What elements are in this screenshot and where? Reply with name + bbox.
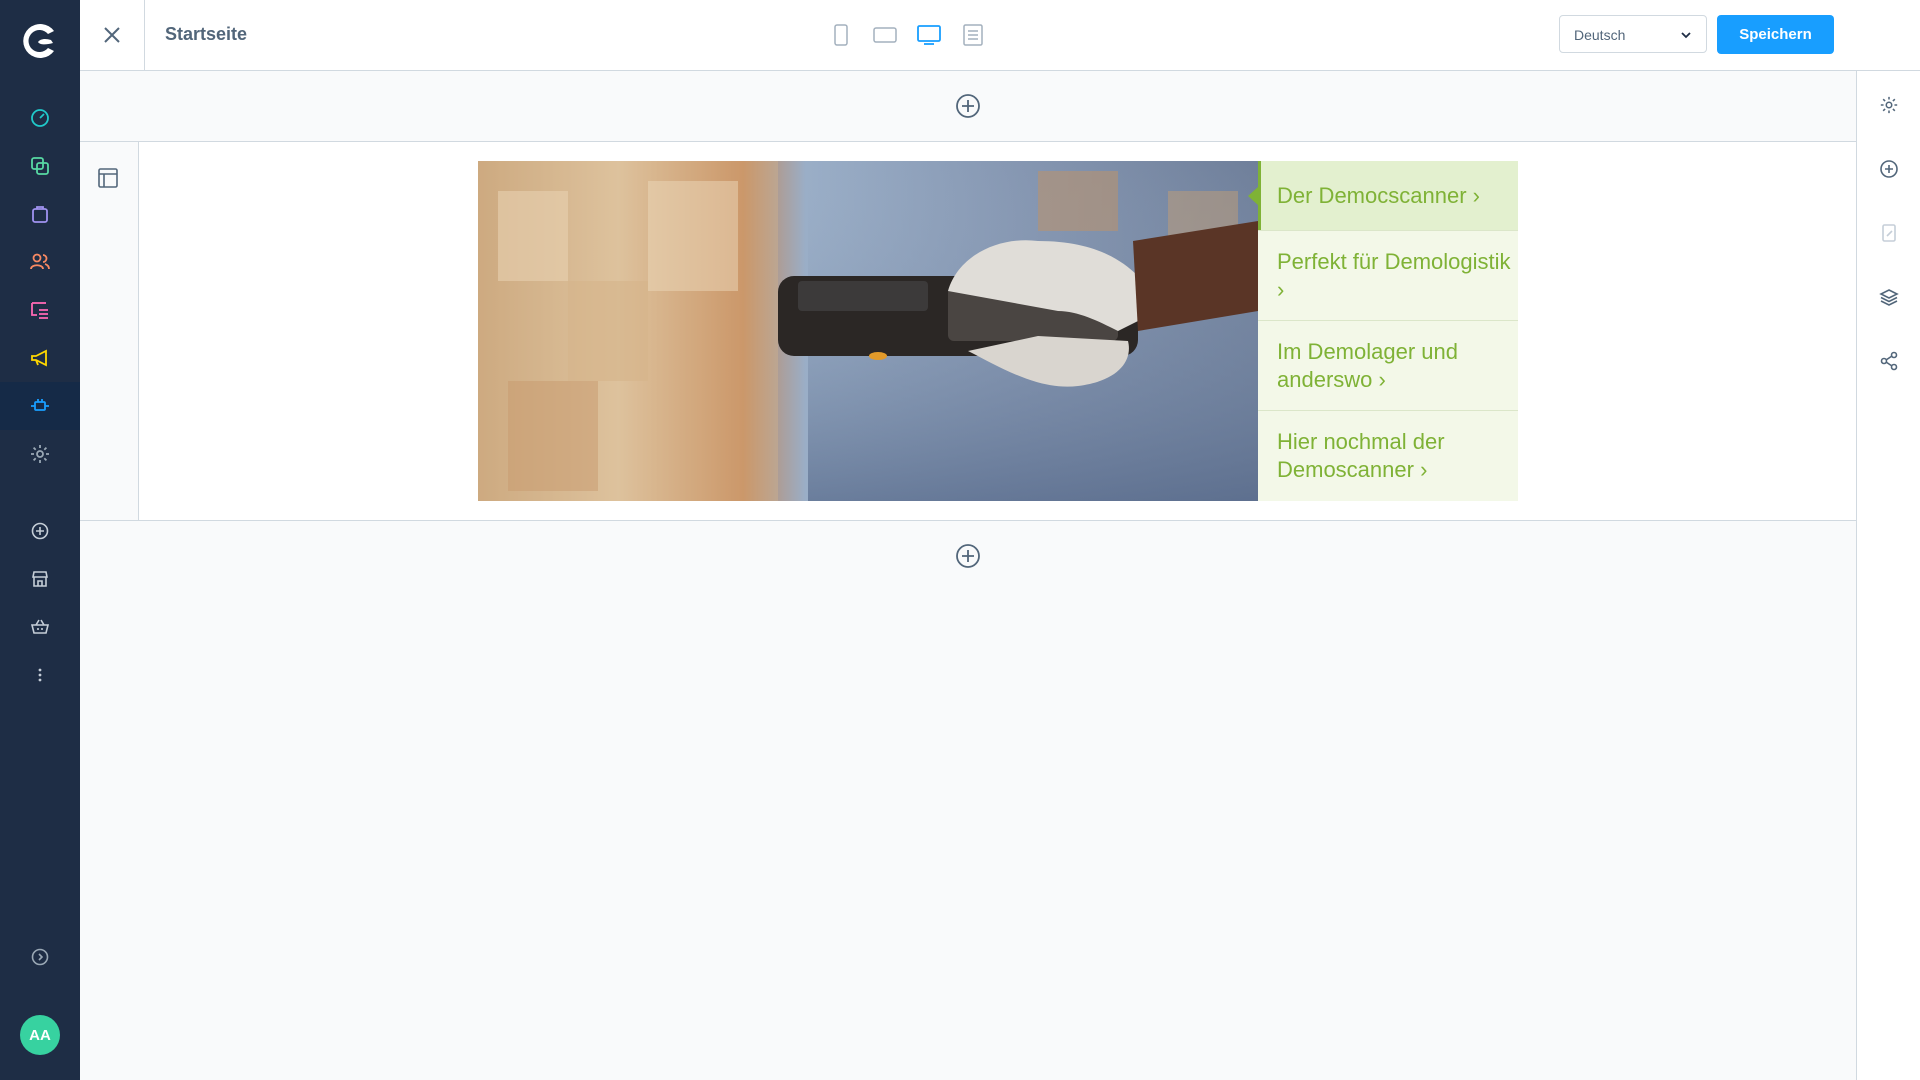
add-section-bottom[interactable]	[80, 521, 1856, 591]
device-desktop-button[interactable]	[913, 20, 945, 50]
slider-nav-label: Der Democscanner ›	[1277, 182, 1480, 208]
slider-nav-item[interactable]: Hier nochmal der Demoscanner ›	[1258, 411, 1518, 501]
shopping-bag-icon	[32, 206, 48, 223]
language-select[interactable]: Deutsch	[1559, 15, 1707, 53]
device-form-button[interactable]	[957, 20, 989, 50]
desktop-icon	[917, 25, 941, 45]
edit-document-icon	[1882, 224, 1896, 242]
slider-nav-label: Perfekt für Demologistik ›	[1277, 248, 1511, 302]
sidebar-item-settings[interactable]	[0, 430, 80, 478]
add-block-panel-button[interactable]	[1857, 149, 1920, 189]
device-mobile-button[interactable]	[825, 20, 857, 50]
plus-circle-icon	[1880, 160, 1898, 178]
basket-icon	[30, 619, 50, 634]
chevron-right-circle-icon	[31, 948, 49, 966]
share-panel-button[interactable]	[1857, 341, 1920, 381]
sidebar-item-dashboard[interactable]	[0, 94, 80, 142]
form-icon	[963, 24, 983, 46]
slider-nav-item[interactable]: Perfekt für Demologistik ›	[1258, 231, 1518, 320]
slider-nav-label: Hier nochmal der Demoscanner ›	[1277, 429, 1445, 482]
layers-panel-button[interactable]	[1857, 277, 1920, 317]
editor-sidebar	[1856, 71, 1920, 1080]
plus-circle-icon	[31, 522, 49, 540]
sidebar-collapse-button[interactable]	[0, 933, 80, 981]
sidebar-item-more[interactable]	[0, 651, 80, 699]
sidebar-item-orders[interactable]	[0, 190, 80, 238]
editor-canvas: Der Democscanner › Perfekt für Demologis…	[80, 71, 1856, 1080]
language-select-value: Deutsch	[1574, 27, 1626, 43]
share-icon	[1880, 351, 1898, 371]
sidebar-item-add[interactable]	[0, 507, 80, 555]
slider-nav-label: Im Demolager und anderswo ›	[1277, 338, 1458, 392]
content-list-icon	[31, 302, 48, 319]
users-icon	[30, 253, 50, 270]
admin-sidebar: AA	[0, 0, 80, 1080]
section-sidebar	[80, 142, 139, 520]
sidebar-item-storefront[interactable]	[0, 555, 80, 603]
plus-circle-icon	[956, 94, 980, 118]
slider-navigation: Der Democscanner › Perfekt für Demologis…	[1248, 161, 1518, 501]
page-title: Startseite	[165, 24, 248, 44]
sidebar-item-content[interactable]	[0, 286, 80, 334]
settings-panel-button[interactable]	[1857, 85, 1920, 125]
sidebar-item-customers[interactable]	[0, 238, 80, 286]
edit-panel-button[interactable]	[1857, 213, 1920, 253]
slider-nav-item[interactable]: Im Demolager und anderswo ›	[1258, 321, 1518, 410]
plus-circle-icon	[956, 544, 980, 568]
sidebar-item-catalogues[interactable]	[0, 142, 80, 190]
save-button[interactable]: Speichern	[1717, 15, 1834, 54]
close-icon	[104, 27, 120, 43]
add-section-top[interactable]	[80, 71, 1856, 141]
sidebar-item-marketing[interactable]	[0, 334, 80, 382]
layout-icon[interactable]	[97, 167, 119, 189]
layers-icon	[1879, 289, 1899, 306]
mobile-icon	[834, 24, 848, 46]
slider-image	[478, 161, 1258, 501]
gear-icon	[31, 445, 49, 463]
sidebar-item-basket[interactable]	[0, 603, 80, 651]
shopware-logo[interactable]	[20, 22, 58, 60]
editor-toolbar: Startseite Deutsch Speichern	[80, 0, 1920, 71]
speedometer-icon	[31, 109, 49, 127]
slider-nav-item[interactable]: Der Democscanner ›	[1248, 161, 1518, 230]
device-tablet-button[interactable]	[869, 20, 901, 50]
store-icon	[32, 571, 48, 587]
close-button[interactable]	[80, 0, 145, 70]
sidebar-item-extensions[interactable]	[0, 382, 80, 430]
more-vertical-icon	[38, 668, 42, 682]
user-avatar[interactable]: AA	[20, 1015, 60, 1055]
megaphone-icon	[31, 349, 47, 367]
plug-icon	[31, 399, 49, 411]
copy-icon	[31, 157, 49, 175]
chevron-down-icon	[1681, 32, 1691, 39]
gear-icon	[1880, 96, 1898, 114]
tablet-landscape-icon	[873, 27, 897, 43]
